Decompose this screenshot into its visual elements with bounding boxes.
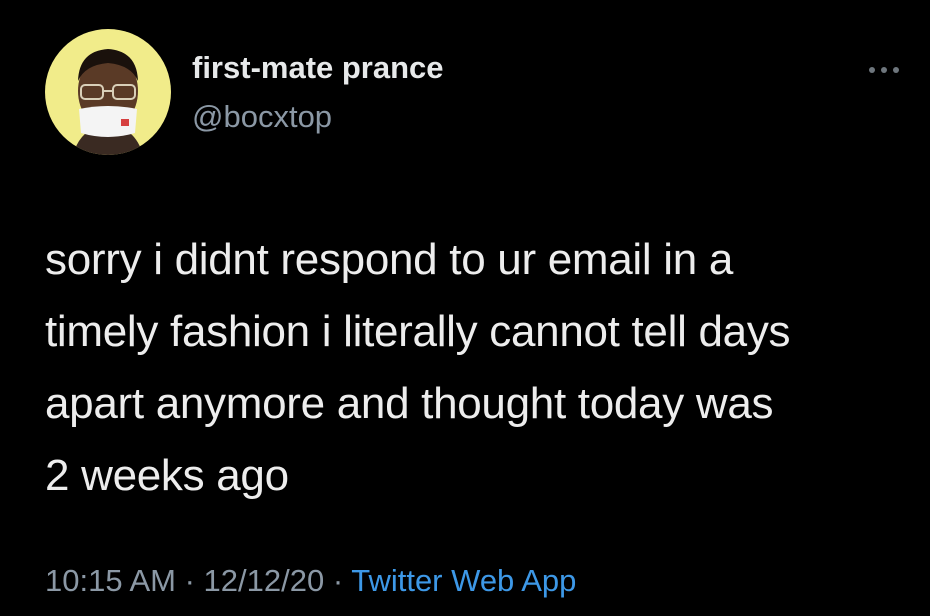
- tweet-metadata: 10:15 AM · 12/12/20 · Twitter Web App: [45, 561, 576, 601]
- tweet-card: first-mate prance @bocxtop sorry i didnt…: [0, 0, 930, 616]
- meta-separator: ·: [175, 563, 204, 598]
- meta-separator: ·: [324, 563, 352, 598]
- tweet-text: sorry i didnt respond to ur email in a t…: [45, 235, 791, 500]
- author-avatar[interactable]: [45, 29, 171, 155]
- author-handle[interactable]: @bocxtop: [192, 99, 332, 135]
- more-options-icon[interactable]: [860, 60, 908, 80]
- tweet-time[interactable]: 10:15 AM: [45, 563, 176, 598]
- tweet-source-link[interactable]: Twitter Web App: [351, 563, 576, 598]
- tweet-date[interactable]: 12/12/20: [204, 563, 325, 598]
- author-display-name[interactable]: first-mate prance: [192, 50, 444, 86]
- avatar-photo-icon: [45, 29, 171, 155]
